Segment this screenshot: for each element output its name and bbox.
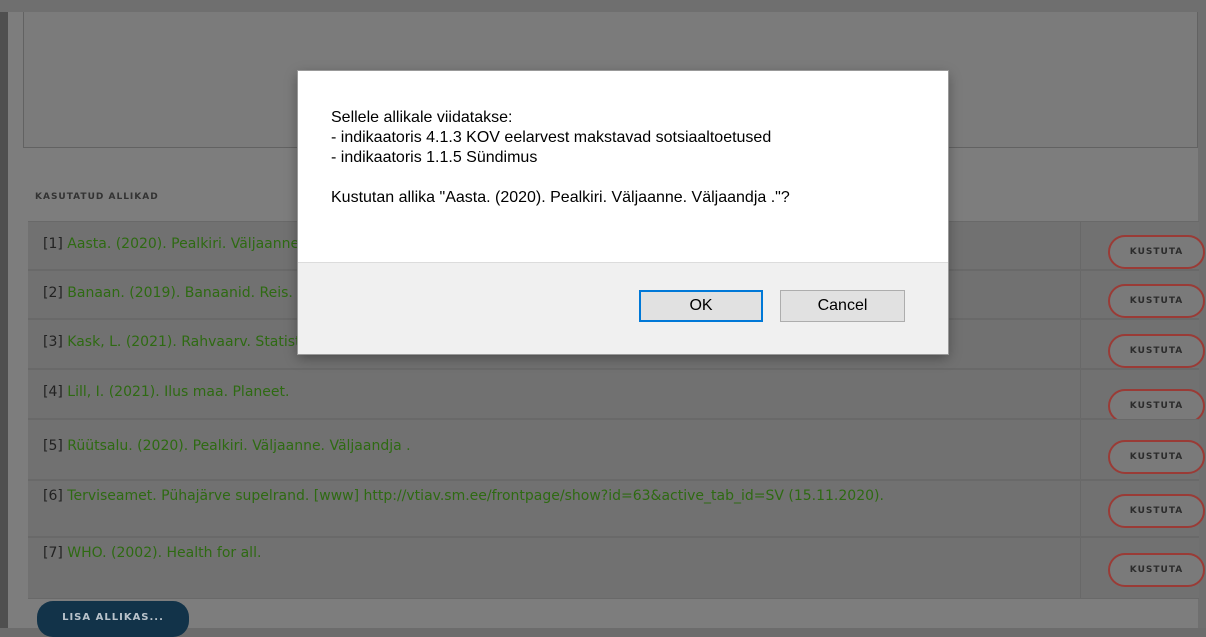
confirm-dialog: Sellele allikale viidatakse: - indikaato… [298, 71, 948, 354]
left-edge [0, 12, 8, 628]
dialog-message: Sellele allikale viidatakse: - indikaato… [331, 108, 931, 208]
source-number: [5] [43, 438, 63, 454]
delete-button[interactable]: Kustuta [1108, 553, 1205, 587]
source-link[interactable]: Banaan. (2019). Banaanid. Reis. [67, 285, 293, 301]
delete-button[interactable]: Kustuta [1108, 284, 1205, 318]
source-row: [6] Terviseamet. Pühajärve supelrand. [w… [28, 480, 1205, 537]
delete-button[interactable]: Kustuta [1108, 334, 1205, 368]
source-number: [6] [43, 488, 63, 504]
section-label: Kasutatud allikad [35, 192, 159, 202]
dialog-line: - indikaatoris 1.1.5 Sündimus [331, 149, 538, 166]
source-link[interactable]: Lill, I. (2021). Ilus maa. Planeet. [67, 384, 289, 400]
source-row: [5] Rüütsalu. (2020). Pealkiri. Väljaann… [28, 419, 1205, 480]
source-number: [4] [43, 384, 63, 400]
dialog-confirm-text: Kustutan allika "Aasta. (2020). Pealkiri… [331, 189, 790, 206]
delete-button[interactable]: Kustuta [1108, 389, 1205, 423]
delete-button[interactable]: Kustuta [1108, 235, 1205, 269]
top-strip [0, 0, 1206, 12]
dialog-line: Sellele allikale viidatakse: [331, 109, 513, 126]
cancel-button[interactable]: Cancel [780, 290, 905, 322]
source-row: [7] WHO. (2002). Health for all. Kustuta [28, 537, 1205, 599]
right-edge [1198, 12, 1206, 628]
source-number: [7] [43, 545, 63, 561]
source-link[interactable]: WHO. (2002). Health for all. [67, 545, 261, 561]
source-number: [2] [43, 285, 63, 301]
source-link[interactable]: Terviseamet. Pühajärve supelrand. [www] … [67, 488, 884, 504]
add-source-button[interactable]: LISA ALLIKAS... [37, 601, 189, 637]
dialog-line: - indikaatoris 4.1.3 KOV eelarvest makst… [331, 129, 772, 146]
source-number: [1] [43, 236, 63, 252]
dialog-footer: OK Cancel [298, 262, 948, 354]
delete-button[interactable]: Kustuta [1108, 494, 1205, 528]
source-row: [4] Lill, I. (2021). Ilus maa. Planeet. … [28, 369, 1205, 423]
source-link[interactable]: Kask, L. (2021). Rahvaarv. Statistika. [67, 334, 325, 350]
delete-button[interactable]: Kustuta [1108, 440, 1205, 474]
source-link[interactable]: Rüütsalu. (2020). Pealkiri. Väljaanne. V… [67, 438, 410, 454]
source-number: [3] [43, 334, 63, 350]
ok-button[interactable]: OK [639, 290, 763, 322]
